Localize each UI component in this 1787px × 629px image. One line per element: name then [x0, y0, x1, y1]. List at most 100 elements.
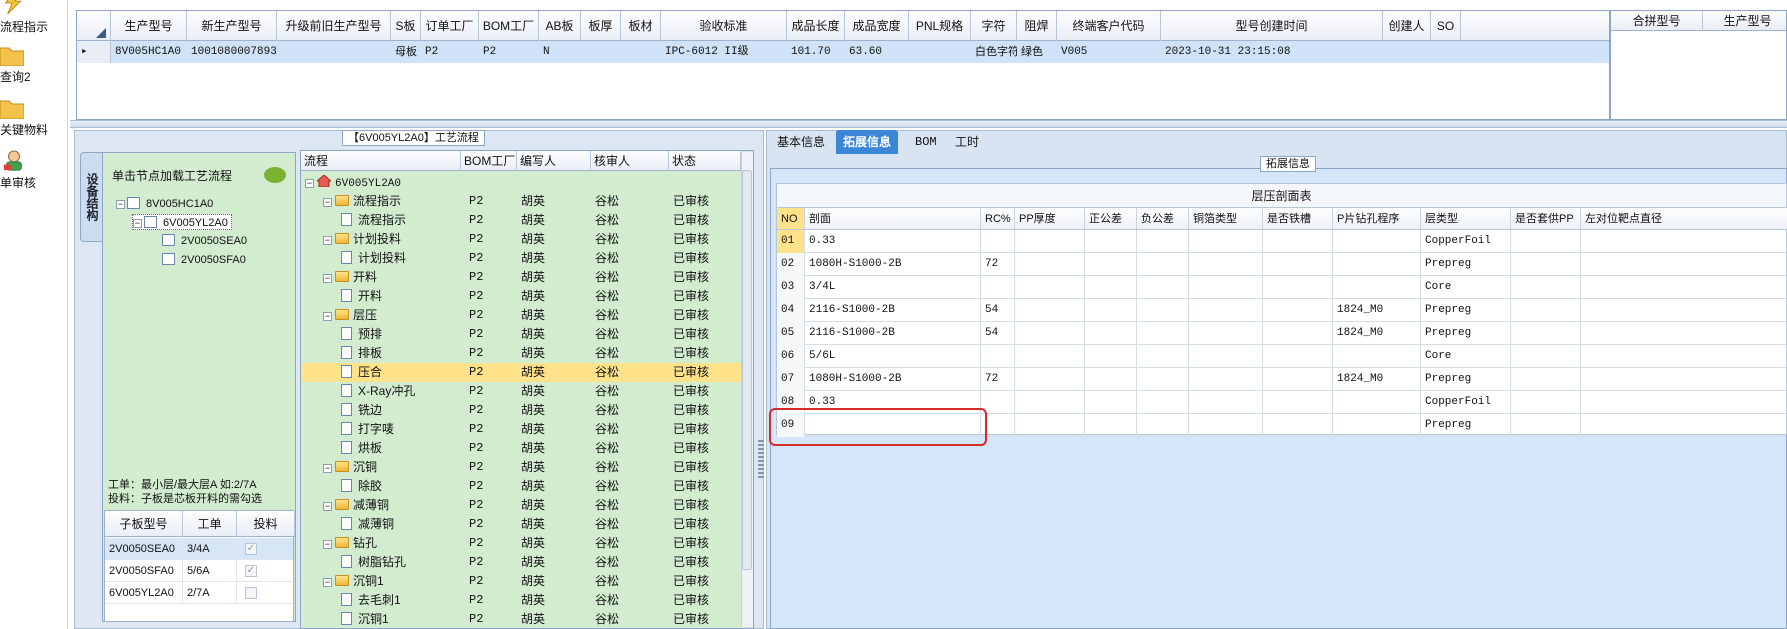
col-header[interactable]: 型号创建时间	[1161, 11, 1383, 41]
cell[interactable]: IPC-6012 II级	[661, 41, 787, 63]
feed-checkbox[interactable]: ✓	[245, 543, 257, 555]
cell[interactable]	[1085, 276, 1137, 299]
cell[interactable]	[1189, 253, 1263, 276]
cell[interactable]	[277, 41, 391, 63]
process-row[interactable]: X-Ray冲孔 P2 胡英 谷松 已审核	[301, 382, 741, 401]
cell[interactable]	[1333, 391, 1421, 414]
col-header[interactable]: 终端客户代码	[1057, 11, 1161, 41]
cell[interactable]: P2	[479, 41, 539, 63]
feed-checkbox[interactable]: ✓	[245, 565, 257, 577]
col-header[interactable]: 铜箔类型	[1189, 208, 1263, 230]
cell[interactable]	[1015, 230, 1085, 253]
horizontal-splitter[interactable]	[70, 120, 1787, 128]
process-row[interactable]: − 流程指示 P2 胡英 谷松 已审核	[301, 192, 741, 211]
cell[interactable]: 绿色	[1017, 41, 1057, 63]
col-header[interactable]: PP厚度	[1015, 208, 1085, 230]
cell[interactable]	[1015, 322, 1085, 345]
cell[interactable]	[1015, 345, 1085, 368]
cell[interactable]: 3/4A	[183, 538, 237, 560]
cell[interactable]	[1581, 414, 1787, 437]
process-row[interactable]: − 层压 P2 胡英 谷松 已审核	[301, 306, 741, 325]
cell[interactable]	[1189, 322, 1263, 345]
cell[interactable]: 5/6L	[805, 345, 981, 368]
col-header[interactable]: 剖面	[805, 208, 981, 230]
cell[interactable]: P2	[421, 41, 479, 63]
process-row[interactable]: − 钻孔 P2 胡英 谷松 已审核	[301, 534, 741, 553]
cell[interactable]	[1431, 41, 1461, 63]
cell[interactable]	[1085, 345, 1137, 368]
process-row-selected[interactable]: 压合 P2 胡英 谷松 已审核	[301, 363, 741, 382]
cell[interactable]: 2V0050SEA0	[105, 538, 183, 560]
cell[interactable]	[1511, 345, 1581, 368]
cell[interactable]: 母板	[391, 41, 421, 63]
process-row[interactable]: 树脂钻孔 P2 胡英 谷松 已审核	[301, 553, 741, 572]
col-header[interactable]: 合拼型号	[1611, 11, 1703, 31]
cell[interactable]	[1189, 276, 1263, 299]
cell[interactable]	[1263, 368, 1333, 391]
col-header[interactable]: 成品宽度	[845, 11, 909, 41]
cell[interactable]	[909, 41, 971, 63]
cell[interactable]: Prepreg	[1421, 368, 1511, 391]
cell[interactable]	[1189, 414, 1263, 437]
quick-item-key-materials[interactable]: 关键物料	[0, 97, 66, 147]
cell[interactable]: Core	[1421, 276, 1511, 299]
cell[interactable]	[1137, 391, 1189, 414]
cell[interactable]: CopperFoil	[1421, 391, 1511, 414]
process-row[interactable]: 去毛刺1 P2 胡英 谷松 已审核	[301, 591, 741, 610]
process-row[interactable]: − 减薄铜 P2 胡英 谷松 已审核	[301, 496, 741, 515]
cell[interactable]	[981, 345, 1015, 368]
table-row[interactable]: 6V005YL2A0 2/7A	[105, 582, 293, 604]
cell[interactable]	[1511, 368, 1581, 391]
tab-work-hours[interactable]: 工时	[948, 130, 986, 154]
col-header[interactable]: NO	[777, 208, 805, 230]
cell[interactable]	[1511, 230, 1581, 253]
table-row[interactable]: 03 3/4L Core	[777, 276, 1786, 299]
cell[interactable]: 6V005YL2A0	[105, 582, 183, 604]
table-row[interactable]: ▸ 8V005HC1A0 10010800078936 母板 P2 P2 N I…	[77, 41, 1609, 63]
process-row[interactable]: 烘板 P2 胡英 谷松 已审核	[301, 439, 741, 458]
cell[interactable]	[1015, 253, 1085, 276]
process-row[interactable]: 计划投料 P2 胡英 谷松 已审核	[301, 249, 741, 268]
quick-item-query2[interactable]: 查询2	[0, 44, 66, 94]
table-row[interactable]: 04 2116-S1000-2B 54 1824_M0 Prepreg	[777, 299, 1786, 322]
cell[interactable]: 2116-S1000-2B	[805, 322, 981, 345]
process-row[interactable]: 铣边 P2 胡英 谷松 已审核	[301, 401, 741, 420]
cell[interactable]	[1085, 230, 1137, 253]
collapse-icon[interactable]: −	[323, 198, 332, 207]
cell[interactable]: 1080H-S1000-2B	[805, 253, 981, 276]
cell[interactable]	[1263, 230, 1333, 253]
table-row[interactable]: 05 2116-S1000-2B 54 1824_M0 Prepreg	[777, 322, 1786, 345]
cell[interactable]	[1015, 299, 1085, 322]
process-row[interactable]: 沉铜1 P2 胡英 谷松 已审核	[301, 610, 741, 629]
cell[interactable]	[1263, 276, 1333, 299]
cell[interactable]: Prepreg	[1421, 253, 1511, 276]
tab-extended-info[interactable]: 拓展信息	[836, 130, 899, 154]
process-row[interactable]: − 沉铜 P2 胡英 谷松 已审核	[301, 458, 741, 477]
col-header[interactable]: SO	[1431, 11, 1461, 41]
cell[interactable]	[1581, 253, 1787, 276]
tree-node[interactable]: 2V0050SFA0	[162, 252, 246, 268]
cell[interactable]: 8V005HC1A0	[111, 41, 187, 63]
quick-item-order-review[interactable]: 单审核	[0, 150, 66, 200]
cell[interactable]	[1581, 391, 1787, 414]
cell[interactable]	[1333, 345, 1421, 368]
cell[interactable]	[1581, 230, 1787, 253]
cell[interactable]	[981, 276, 1015, 299]
tree-node[interactable]: − 8V005HC1A0	[116, 196, 213, 212]
cell[interactable]	[981, 230, 1015, 253]
cell[interactable]	[1333, 276, 1421, 299]
col-header[interactable]: 是否套供PP	[1511, 208, 1581, 230]
collapse-icon[interactable]: −	[323, 578, 332, 587]
cell[interactable]	[1137, 230, 1189, 253]
col-header[interactable]: 编写人	[517, 151, 591, 171]
cell[interactable]	[1085, 414, 1137, 437]
col-header[interactable]: 层类型	[1421, 208, 1511, 230]
cell[interactable]: N	[539, 41, 581, 63]
cell[interactable]	[1263, 322, 1333, 345]
table-row[interactable]: 01 0.33 CopperFoil	[777, 230, 1786, 253]
col-header[interactable]: AB板	[539, 11, 581, 41]
cell[interactable]: 2V0050SFA0	[105, 560, 183, 582]
col-header[interactable]: 成品长度	[787, 11, 845, 41]
cell[interactable]	[1263, 345, 1333, 368]
cell[interactable]: Prepreg	[1421, 414, 1511, 437]
